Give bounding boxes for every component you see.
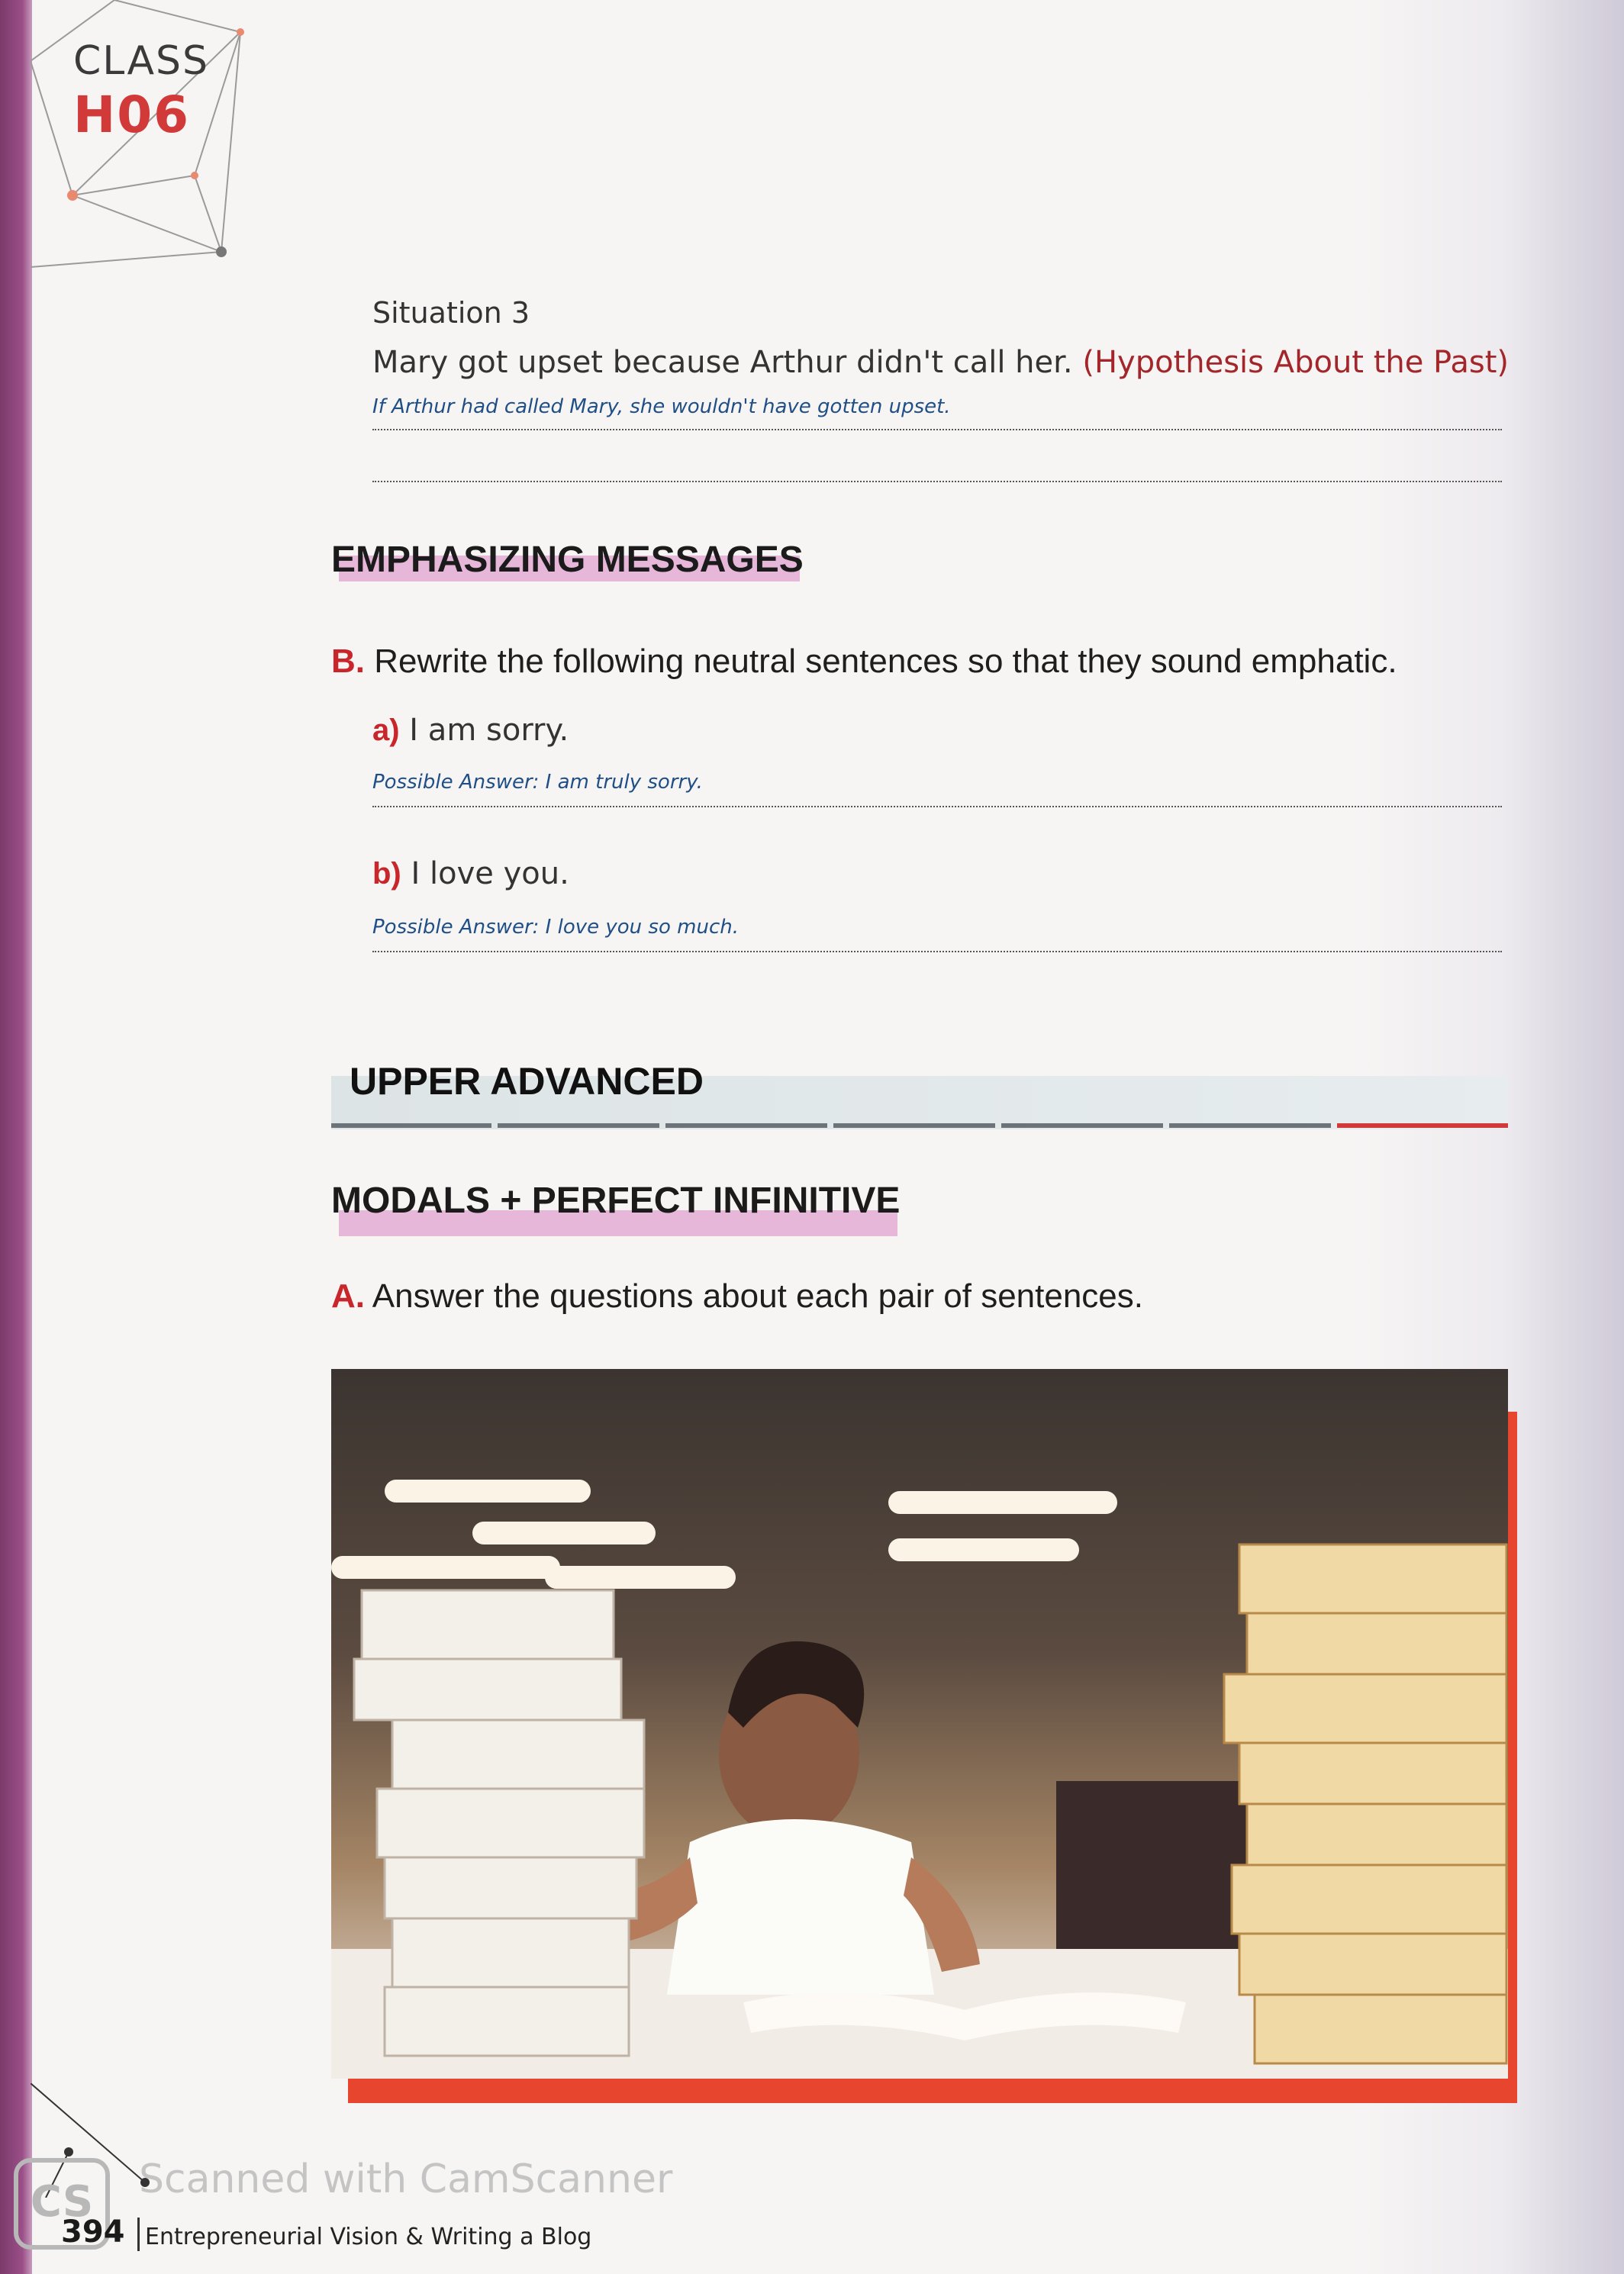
level-segment [833, 1123, 995, 1128]
footer-book-title: Entrepreneurial Vision & Writing a Blog [145, 2224, 592, 2250]
instruction-text: Rewrite the following neutral sentences … [374, 643, 1397, 680]
answer-line [372, 481, 1502, 482]
exercise-item-a: a) I am sorry. [372, 713, 569, 748]
level-segment [1169, 1123, 1331, 1128]
answer-line [372, 951, 1502, 952]
item-letter: b) [372, 857, 401, 891]
answer-line [372, 806, 1502, 807]
level-segment [1001, 1123, 1163, 1128]
section-heading-emphasizing: EMPHASIZING MESSAGES [331, 540, 804, 580]
instruction-letter: B. [331, 643, 365, 680]
item-text: I am sorry. [409, 713, 569, 748]
situation-sentence-text: Mary got upset because Arthur didn't cal… [372, 345, 1073, 380]
instruction-b: B. Rewrite the following neutral sentenc… [331, 643, 1397, 681]
answer-line [372, 429, 1502, 430]
page-number: 394 [61, 2214, 125, 2250]
section-heading-modals: MODALS + PERFECT INFINITIVE [331, 1180, 901, 1221]
book-spine [0, 0, 32, 2274]
item-answer: Possible Answer: I am truly sorry. [372, 771, 703, 794]
level-segment-active [1337, 1123, 1508, 1128]
situation-sentence: Mary got upset because Arthur didn't cal… [372, 345, 1509, 380]
footer-separator [137, 2218, 140, 2251]
level-title: UPPER ADVANCED [350, 1060, 704, 1103]
level-segment [665, 1123, 827, 1128]
instruction-text: Answer the questions about each pair of … [372, 1277, 1143, 1315]
item-letter: a) [372, 713, 400, 747]
level-segment [331, 1123, 491, 1128]
level-segment [498, 1123, 659, 1128]
class-label: CLASS [73, 38, 210, 84]
instruction-letter: A. [331, 1277, 365, 1315]
situation-title: Situation 3 [372, 296, 530, 330]
situation-tag: (Hypothesis About the Past) [1082, 345, 1510, 380]
class-code: H06 [73, 85, 191, 144]
item-answer: Possible Answer: I love you so much. [372, 916, 739, 939]
photo-illustration [331, 1480, 1508, 2079]
situation-answer: If Arthur had called Mary, she wouldn't … [372, 395, 951, 418]
exercise-item-b: b) I love you. [372, 856, 569, 891]
scanned-watermark: Scanned with CamScanner [139, 2156, 673, 2202]
instruction-a: A. Answer the questions about each pair … [331, 1277, 1143, 1316]
photo-woman-with-books [331, 1369, 1508, 2079]
item-text: I love you. [411, 856, 569, 891]
